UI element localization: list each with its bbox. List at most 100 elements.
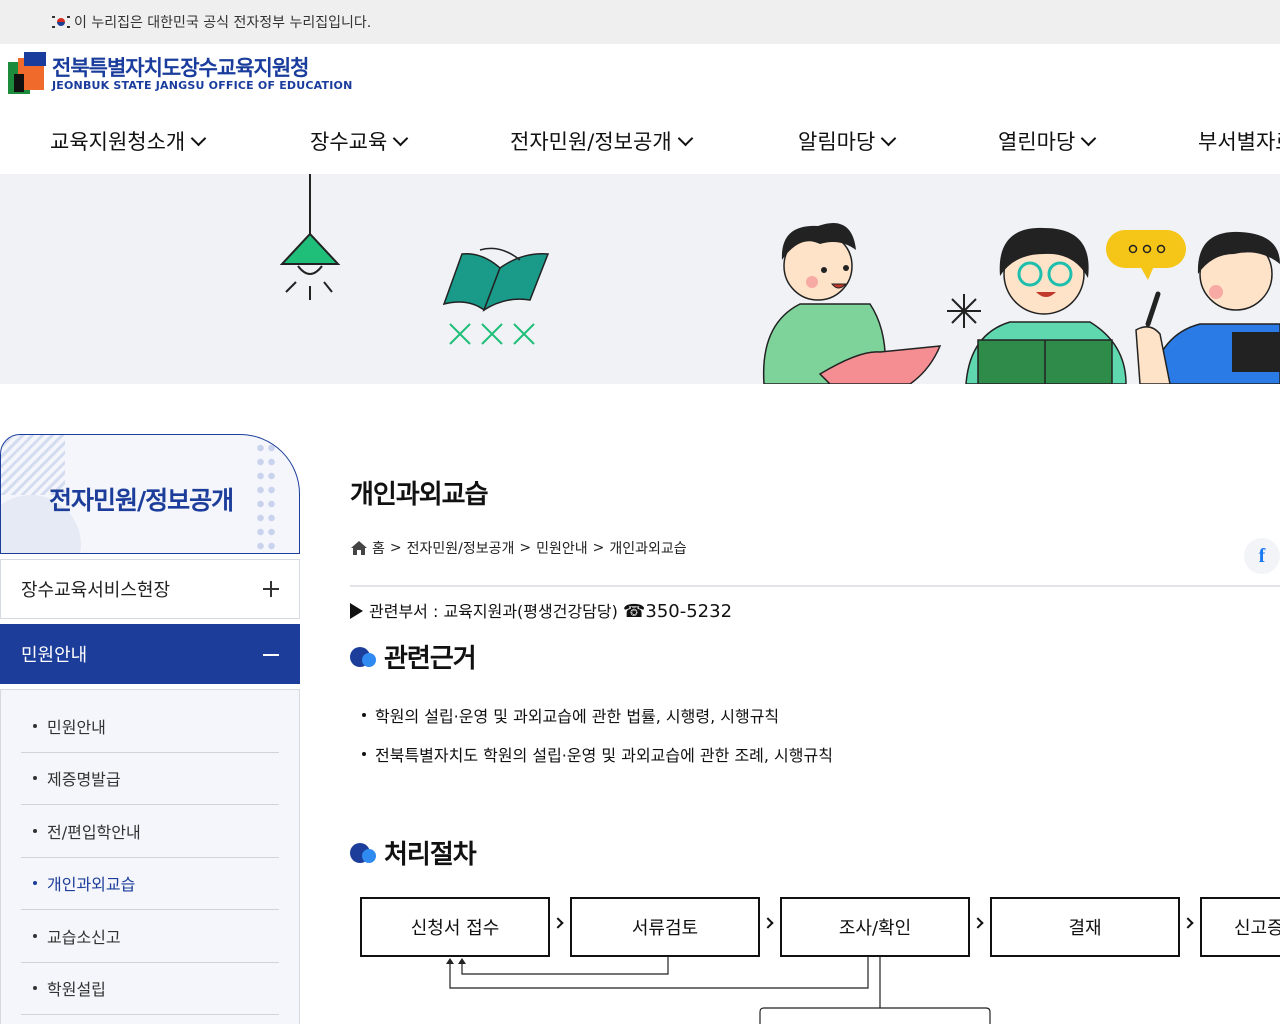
lnb-submenu: 민원안내 제증명발급 전/편입학안내 개인과외교습 교습소신고 학원설립 [0,689,300,1024]
child-reading-icon-1 [762,223,942,384]
chevron-down-icon [677,130,693,146]
process-step-label: 서류검토 [631,918,699,939]
lnb-sub-item-label: 제증명발급 [47,770,121,790]
gnb-item-notice[interactable]: 알림마당 [798,126,897,156]
section-bullet-icon [350,645,378,669]
chevron-down-icon [881,130,897,146]
child-reading-icon-2 [965,227,1127,384]
lnb-title-box: 전자민원/정보공개 [0,434,300,554]
dept-phone: ☎350-5232 [622,601,733,622]
gnb-item-label: 알림마당 [798,130,876,154]
lnb-title: 전자민원/정보공개 [49,486,234,515]
breadcrumb-separator: > [389,540,402,556]
lnb-section-service-field[interactable]: 장수교육서비스현장 [0,559,300,619]
chevron-down-icon [393,130,409,146]
chevron-right-icon [972,917,984,929]
bullet-icon [362,713,366,717]
page-title: 개인과외교습 [350,480,489,510]
site-logo[interactable]: 전북특별자치도장수교육지원청 JEONBUK STATE JANGSU OFFI… [8,52,352,96]
sparkle-icon [947,294,981,328]
gnb-item-label: 장수교육 [310,130,388,154]
speech-bubble-icon [1106,230,1186,280]
process-step-label: 신청서 접수 [410,918,500,939]
breadcrumb-separator: > [519,540,532,556]
chevron-right-icon [1182,917,1194,929]
section-heading-process: 처리절차 [350,834,477,871]
bullet-icon [33,723,37,728]
section-heading-basis: 관련근거 [350,638,477,675]
breadcrumb-home[interactable]: 홈 [372,538,385,558]
process-feedback-lines [446,956,991,1024]
lnb-sub-item-civil-guide[interactable]: 민원안내 [21,700,279,753]
lnb-sub-item-label: 민원안내 [47,717,106,737]
gnb-item-department-data[interactable]: 부서별자료 [1198,126,1280,156]
gnb-item-label: 열린마당 [998,130,1076,154]
basis-item-text: 학원의 설립·운영 및 과외교습에 관한 법률, 시행령, 시행규칙 [375,707,780,726]
basis-item-text: 전북특별자치도 학원의 설립·운영 및 과외교습에 관한 조례, 시행규칙 [375,746,833,765]
gnb-item-label: 부서별자료 [1198,130,1280,154]
section-heading-text: 관련근거 [384,644,477,674]
chevron-right-icon [762,917,774,929]
process-step-label: 결재 [1068,918,1102,939]
logo-mark-icon [8,52,46,96]
gnb-item-open-forum[interactable]: 열린마당 [998,126,1097,156]
section-bullet-icon [350,841,378,865]
lnb-sub-item-transfer[interactable]: 전/편입학안내 [21,805,279,858]
lnb-sub-item-academy[interactable]: 학원설립 [21,963,279,1015]
facebook-share-button[interactable]: f [1244,538,1280,574]
facebook-icon: f [1258,544,1266,567]
plus-icon [263,581,279,597]
chevron-right-icon [552,917,564,929]
lnb-sub-item-label: 학원설립 [47,980,106,1000]
dept-label: 관련부서 : 교육지원과(평생건강담당) [369,602,618,621]
lnb-sub-item-tutoring-center[interactable]: 교습소신고 [21,910,279,963]
breadcrumb: 홈 > 전자민원/정보공개 > 민원안내 > 개인과외교습 [350,538,687,558]
lnb-section-label: 장수교육서비스현장 [21,580,171,601]
home-icon [351,541,367,555]
content-divider [350,585,1280,587]
breadcrumb-level1[interactable]: 전자민원/정보공개 [407,538,515,558]
gnb-item-about[interactable]: 교육지원청소개 [50,126,207,156]
lnb-sub-item-label: 교습소신고 [47,927,121,947]
minus-icon [263,654,279,656]
chevron-down-icon [190,130,207,146]
triangle-right-icon [350,603,363,619]
process-step: 신고증 [1200,897,1280,957]
korea-flag-icon [52,15,70,29]
lamp-icon [279,174,341,300]
bullet-icon [362,752,366,756]
lnb-sub-item-private-tutoring[interactable]: 개인과외교습 [21,858,279,910]
breadcrumb-separator: > [592,540,605,556]
gnb-item-jangsu-education[interactable]: 장수교육 [310,126,409,156]
lnb-sub-item-certificate[interactable]: 제증명발급 [21,753,279,805]
logo-name-ko: 전북특별자치도장수교육지원청 [52,56,309,80]
gnb-item-civil-service[interactable]: 전자민원/정보공개 [510,126,693,156]
gnb-item-label: 전자민원/정보공개 [510,130,672,154]
banner-illustration [279,174,1280,384]
sub-visual-banner [0,174,1280,384]
process-step-label: 신고증 [1234,918,1280,939]
process-step: 신청서 접수 [360,897,550,957]
process-step-label: 조사/확인 [838,918,912,939]
lnb-sub-item-label: 전/편입학안내 [47,822,141,842]
process-step: 결재 [990,897,1180,957]
bullet-icon [33,828,37,833]
open-book-icon [442,247,550,345]
list-item: 학원의 설립·운영 및 과외교습에 관한 법률, 시행령, 시행규칙 [362,703,833,727]
bullet-icon [33,776,37,781]
main-navigation: 교육지원청소개 장수교육 전자민원/정보공개 알림마당 열린마당 부서별자료 [0,126,1280,166]
bullet-icon [33,986,37,991]
list-item: 전북특별자치도 학원의 설립·운영 및 과외교습에 관한 조례, 시행규칙 [362,742,833,766]
bullet-icon [33,933,37,938]
lnb-section-civil-guide[interactable]: 민원안내 [0,624,300,684]
logo-name-en: JEONBUK STATE JANGSU OFFICE OF EDUCATION [52,79,353,92]
related-department: 관련부서 : 교육지원과(평생건강담당) ☎350-5232 [350,598,732,622]
basis-list: 학원의 설립·운영 및 과외교습에 관한 법률, 시행령, 시행규칙 전북특별자… [362,703,833,781]
breadcrumb-level3: 개인과외교습 [609,541,687,557]
gov-banner: 이 누리집은 대한민국 공식 전자정부 누리집입니다. [0,0,1280,44]
lnb-section-label: 민원안내 [21,645,88,666]
breadcrumb-level2[interactable]: 민원안내 [536,538,588,558]
gov-banner-text: 이 누리집은 대한민국 공식 전자정부 누리집입니다. [74,15,372,31]
process-step: 서류검토 [570,897,760,957]
lnb-sub-item-label: 개인과외교습 [47,875,136,895]
